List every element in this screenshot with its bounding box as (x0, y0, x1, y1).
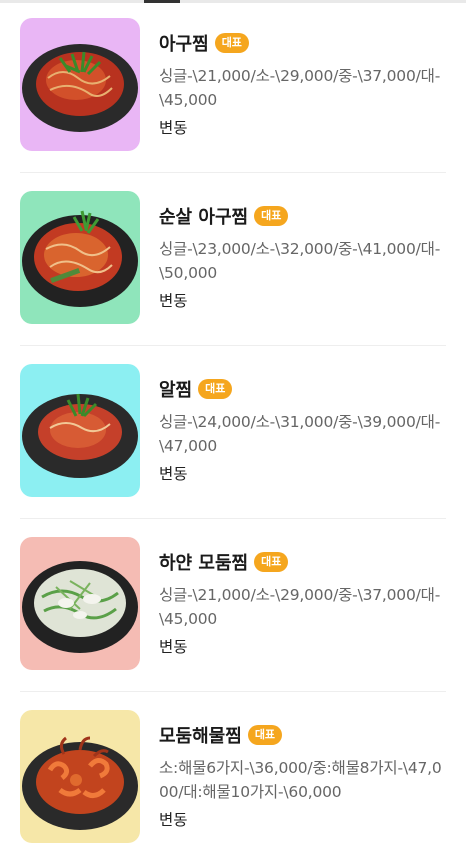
signature-badge: 대표 (254, 552, 289, 572)
menu-item-note: 변동 (159, 811, 188, 829)
menu-item-name: 모둠해물찜 (159, 726, 242, 747)
food-plate-image (20, 710, 140, 843)
menu-item-image[interactable] (20, 191, 140, 324)
menu-item-name: 하얀 모둠찜 (159, 553, 249, 574)
menu-item-name: 아구찜 (159, 34, 209, 55)
food-plate-image (20, 18, 140, 151)
menu-item[interactable]: 아구찜 대표 싱글-\21,000/소-\29,000/중-\37,000/대-… (0, 0, 466, 173)
menu-item-image[interactable] (20, 710, 140, 843)
menu-item[interactable]: 하얀 모둠찜 대표 싱글-\21,000/소-\29,000/중-\37,000… (0, 519, 466, 692)
food-plate-image (20, 191, 140, 324)
menu-item-price: 싱글-\21,000/소-\29,000/중-\37,000/대-\45,000 (159, 586, 441, 628)
food-plate-image (20, 364, 140, 497)
menu-item-price: 싱글-\24,000/소-\31,000/중-\39,000/대-\47,000 (159, 413, 441, 455)
menu-item-image[interactable] (20, 537, 140, 670)
menu-item-note: 변동 (159, 465, 188, 483)
food-plate-image (20, 537, 140, 670)
menu-item[interactable]: 순살 아구찜 대표 싱글-\23,000/소-\32,000/중-\41,000… (0, 173, 466, 346)
menu-item-name: 순살 아구찜 (159, 207, 249, 228)
menu-item[interactable]: 알찜 대표 싱글-\24,000/소-\31,000/중-\39,000/대-\… (0, 346, 466, 519)
menu-item-note: 변동 (159, 292, 188, 310)
menu-item-note: 변동 (159, 638, 188, 656)
signature-badge: 대표 (247, 725, 283, 745)
menu-item-price: 싱글-\21,000/소-\29,000/중-\37,000/대-\45,000 (159, 67, 441, 109)
menu-item-price: 소:해물6가지-\36,000/중:해물8가지-\47,000/대:해물10가지… (159, 759, 442, 801)
menu-item-image[interactable] (20, 364, 140, 497)
menu-item-name: 알찜 (159, 380, 193, 401)
menu-item[interactable]: 모둠해물찜 대표 소:해물6가지-\36,000/중:해물8가지-\47,000… (0, 692, 466, 865)
signature-badge: 대표 (214, 33, 249, 53)
menu-item-note: 변동 (159, 119, 188, 137)
signature-badge: 대표 (198, 379, 233, 399)
menu-item-price: 싱글-\23,000/소-\32,000/중-\41,000/대-\50,000 (159, 240, 441, 282)
menu-item-image[interactable] (20, 18, 140, 151)
signature-badge: 대표 (254, 206, 289, 226)
